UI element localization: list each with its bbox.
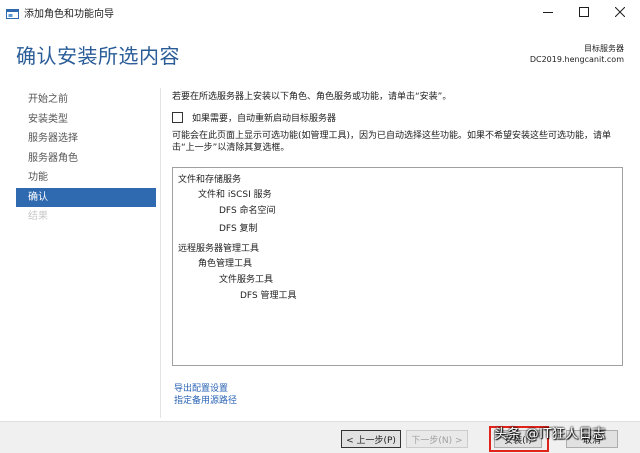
nav-item-server-selection[interactable]: 服务器选择 [16,129,156,149]
maximize-icon [579,6,589,17]
nav-item-before-you-begin[interactable]: 开始之前 [16,90,156,110]
nav-item-server-roles[interactable]: 服务器角色 [16,149,156,169]
optional-features-note: 可能会在此页面上显示可选功能(如管理工具)，因为已自动选择这些功能。如果不希望安… [172,131,612,153]
next-button: 下一步(N) > [406,430,468,448]
selection-list[interactable]: 文件和存储服务 文件和 iSCSI 服务 DFS 命名空间 DFS 复制 远程服… [172,167,623,366]
list-item: 文件和 iSCSI 服务 [198,190,272,200]
watermark: 头条 @IT狂人日志 [494,427,606,442]
nav-item-features[interactable]: 功能 [16,168,156,188]
maximize-button[interactable] [566,0,602,23]
server-manager-icon [6,5,19,19]
list-item: 文件和存储服务 [178,175,242,185]
list-item: DFS 命名空间 [219,206,276,216]
title-bar: 添加角色和功能向导 [0,0,640,23]
list-item: DFS 复制 [219,224,258,234]
nav-item-installation-type[interactable]: 安装类型 [16,110,156,130]
minimize-icon [543,7,553,17]
close-button[interactable] [602,0,638,23]
wizard-nav: 开始之前 安装类型 服务器选择 服务器角色 功能 确认 结果 [16,90,156,227]
close-icon [615,6,625,17]
minimize-button[interactable] [530,0,566,23]
list-item: 远程服务器管理工具 [178,244,260,254]
auto-restart-label[interactable]: 如果需要，自动重新启动目标服务器 [192,111,336,124]
alternate-source-link[interactable]: 指定备用源路径 [174,393,237,406]
page-title: 确认安装所选内容 [16,44,180,68]
nav-item-results: 结果 [28,211,48,222]
restart-option: 如果需要，自动重新启动目标服务器 [172,111,336,124]
nav-divider [160,88,161,418]
window-title: 添加角色和功能向导 [24,9,114,20]
list-item: 文件服务工具 [219,275,274,285]
auto-restart-checkbox[interactable] [172,112,183,123]
list-item: 角色管理工具 [198,259,253,269]
target-server-name: DC2019.hengcanit.com [529,55,624,64]
intro-text: 若要在所选服务器上安装以下角色、角色服务或功能，请单击“安装”。 [172,92,452,102]
list-item: DFS 管理工具 [240,291,297,301]
previous-button[interactable]: < 上一步(P) [341,430,401,448]
target-server-label: 目标服务器 [584,44,624,53]
nav-item-confirmation[interactable]: 确认 [16,187,156,207]
